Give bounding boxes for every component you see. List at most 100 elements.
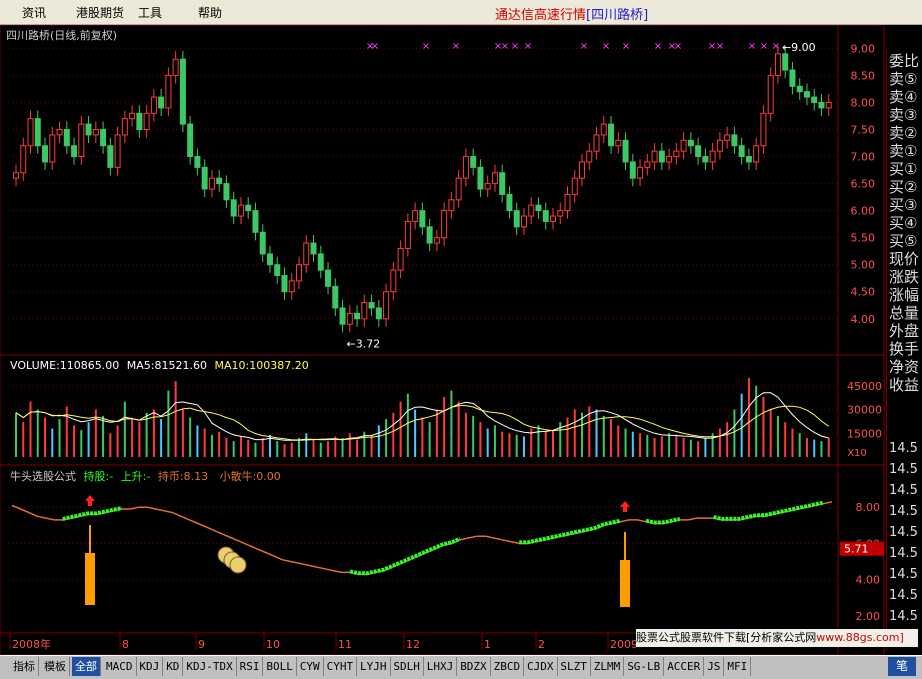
quote-label: 买③: [889, 196, 918, 214]
candle-body: [129, 112, 136, 120]
tab-kdj[interactable]: KDJ: [136, 657, 164, 676]
candle-body: [245, 204, 252, 212]
quote-label: 买④: [889, 214, 918, 232]
menu-hk-futures[interactable]: 港股期货: [76, 4, 124, 21]
candle-body: [143, 112, 150, 131]
candle-body: [593, 134, 600, 152]
tab-js[interactable]: JS: [704, 657, 725, 676]
candle-body: [158, 96, 165, 109]
quote-number: 14.5: [889, 462, 918, 477]
time-tick: 2009: [610, 638, 638, 651]
candle-body: [644, 161, 651, 168]
candle-body: [651, 150, 658, 163]
quote-label: 卖⑤: [889, 70, 918, 88]
candle-body: [818, 101, 825, 109]
volume-ma10: MA10:100387.20: [214, 359, 309, 372]
candle-body: [622, 139, 629, 163]
candle-body: [368, 302, 375, 309]
volume-labels: VOLUME:110865.00 MA5:81521.60 MA10:10038…: [10, 359, 309, 372]
candle-body: [579, 161, 586, 179]
signal-x-mark: ×: [422, 41, 430, 52]
tab-[interactable]: 模板: [41, 657, 70, 676]
tab-slzt[interactable]: SLZT: [557, 657, 591, 676]
tab-kdjtdx[interactable]: KDJ-TDX: [183, 657, 237, 676]
tab-cyht[interactable]: CYHT: [324, 657, 358, 676]
volume-ma5: MA5:81521.60: [126, 359, 207, 372]
tab-kd[interactable]: KD: [163, 657, 184, 676]
candle-body: [216, 177, 223, 185]
menu-tools[interactable]: 工具: [138, 4, 162, 21]
quote-label: 涨跌: [889, 268, 920, 286]
signal-x-mark: ×: [654, 41, 662, 52]
tab-bdzx[interactable]: BDZX: [457, 657, 491, 676]
candle-body: [542, 210, 549, 222]
candle-body: [332, 285, 339, 309]
tab-sdlh[interactable]: SDLH: [390, 657, 424, 676]
candle-body: [528, 204, 535, 217]
quote-label: 买②: [889, 178, 918, 196]
chart-area[interactable]: 9.00 8.50 8.00 7.50 7.00 6.50 6.00 5.50 5.00 4.50…: [0, 25, 922, 655]
candle-body: [194, 156, 201, 168]
tab-accer[interactable]: ACCER: [664, 657, 705, 676]
volume-value: VOLUME:110865.00: [10, 359, 120, 372]
price-tick: 6.00: [851, 205, 876, 218]
price-tick: 4.50: [851, 286, 876, 299]
tab-cyw[interactable]: CYW: [297, 657, 324, 676]
tab-[interactable]: 全部: [72, 657, 101, 676]
quote-number: 14.5: [889, 567, 918, 582]
candle-body: [92, 129, 99, 136]
candle-body: [361, 302, 368, 320]
tab-macd[interactable]: MACD: [103, 657, 137, 676]
time-tick: 8: [122, 638, 129, 651]
candle-body: [136, 112, 143, 131]
indicator-tick: 8.00: [856, 501, 881, 514]
tab-[interactable]: 指标: [10, 657, 39, 676]
signal-x-mark: ×: [674, 41, 682, 52]
quote-label: 现价: [889, 250, 920, 268]
menu-help[interactable]: 帮助: [198, 4, 222, 21]
indicator-coin: 持币:8.13: [157, 470, 209, 483]
candle-body: [121, 118, 128, 136]
candle-body: [680, 139, 687, 152]
tab-mfi[interactable]: MFI: [724, 657, 752, 676]
signal-x-mark: ×: [772, 41, 780, 52]
candle-body: [172, 58, 179, 76]
chart-svg[interactable]: 9.00 8.50 8.00 7.50 7.00 6.50 6.00 5.50 5.00 4.50…: [0, 25, 922, 655]
candle-body: [296, 264, 303, 282]
candle-body: [520, 215, 527, 228]
quote-panel: 委比 卖⑤ 卖④ 卖③ 卖② 卖① 买① 买② 买③ 买④ 买⑤ 现价 涨跌 涨幅 总量 外盘 换手 净资 收益 14…: [886, 50, 922, 650]
candle-body: [760, 112, 767, 147]
tab-zlmm[interactable]: ZLMM: [591, 657, 625, 676]
tab-zbcd[interactable]: ZBCD: [491, 657, 525, 676]
watermark: 股票公式股票软件下载[分析家公式网www.88gs.com]: [636, 629, 918, 647]
candle-body: [695, 145, 702, 158]
candle-body: [208, 177, 215, 190]
tab-boll[interactable]: BOLL: [263, 657, 297, 676]
tab-rsi[interactable]: RSI: [237, 657, 264, 676]
signal-bar: [620, 560, 630, 607]
tab-lhxj[interactable]: LHXJ: [424, 657, 458, 676]
candle-body: [811, 96, 818, 103]
signal-x-mark: ×: [524, 41, 532, 52]
tab-lyjh[interactable]: LYJH: [357, 657, 391, 676]
high-marker: ←9.00: [782, 41, 816, 54]
menu-info[interactable]: 资讯: [22, 4, 46, 21]
candle-body: [825, 101, 832, 109]
signal-x-mark: ×: [452, 41, 460, 52]
candle-body: [266, 253, 273, 266]
candle-body: [702, 156, 709, 163]
signal-x-mark: ×: [760, 41, 768, 52]
candle-body: [615, 139, 622, 147]
tab-sglb[interactable]: SG-LB: [624, 657, 665, 676]
candle-body: [288, 280, 295, 293]
quote-number: 14.5: [889, 504, 918, 519]
pen-button[interactable]: 笔: [888, 657, 916, 676]
candle-body: [782, 53, 789, 71]
watermark-text: 股票公式股票软件下载[分析家公式网: [636, 631, 817, 644]
candle-body: [724, 134, 731, 141]
candle-body: [100, 129, 107, 147]
candle-body: [346, 312, 353, 325]
tab-cjdx[interactable]: CJDX: [524, 657, 558, 676]
candle-body: [658, 150, 665, 163]
time-tick: 1: [484, 638, 491, 651]
